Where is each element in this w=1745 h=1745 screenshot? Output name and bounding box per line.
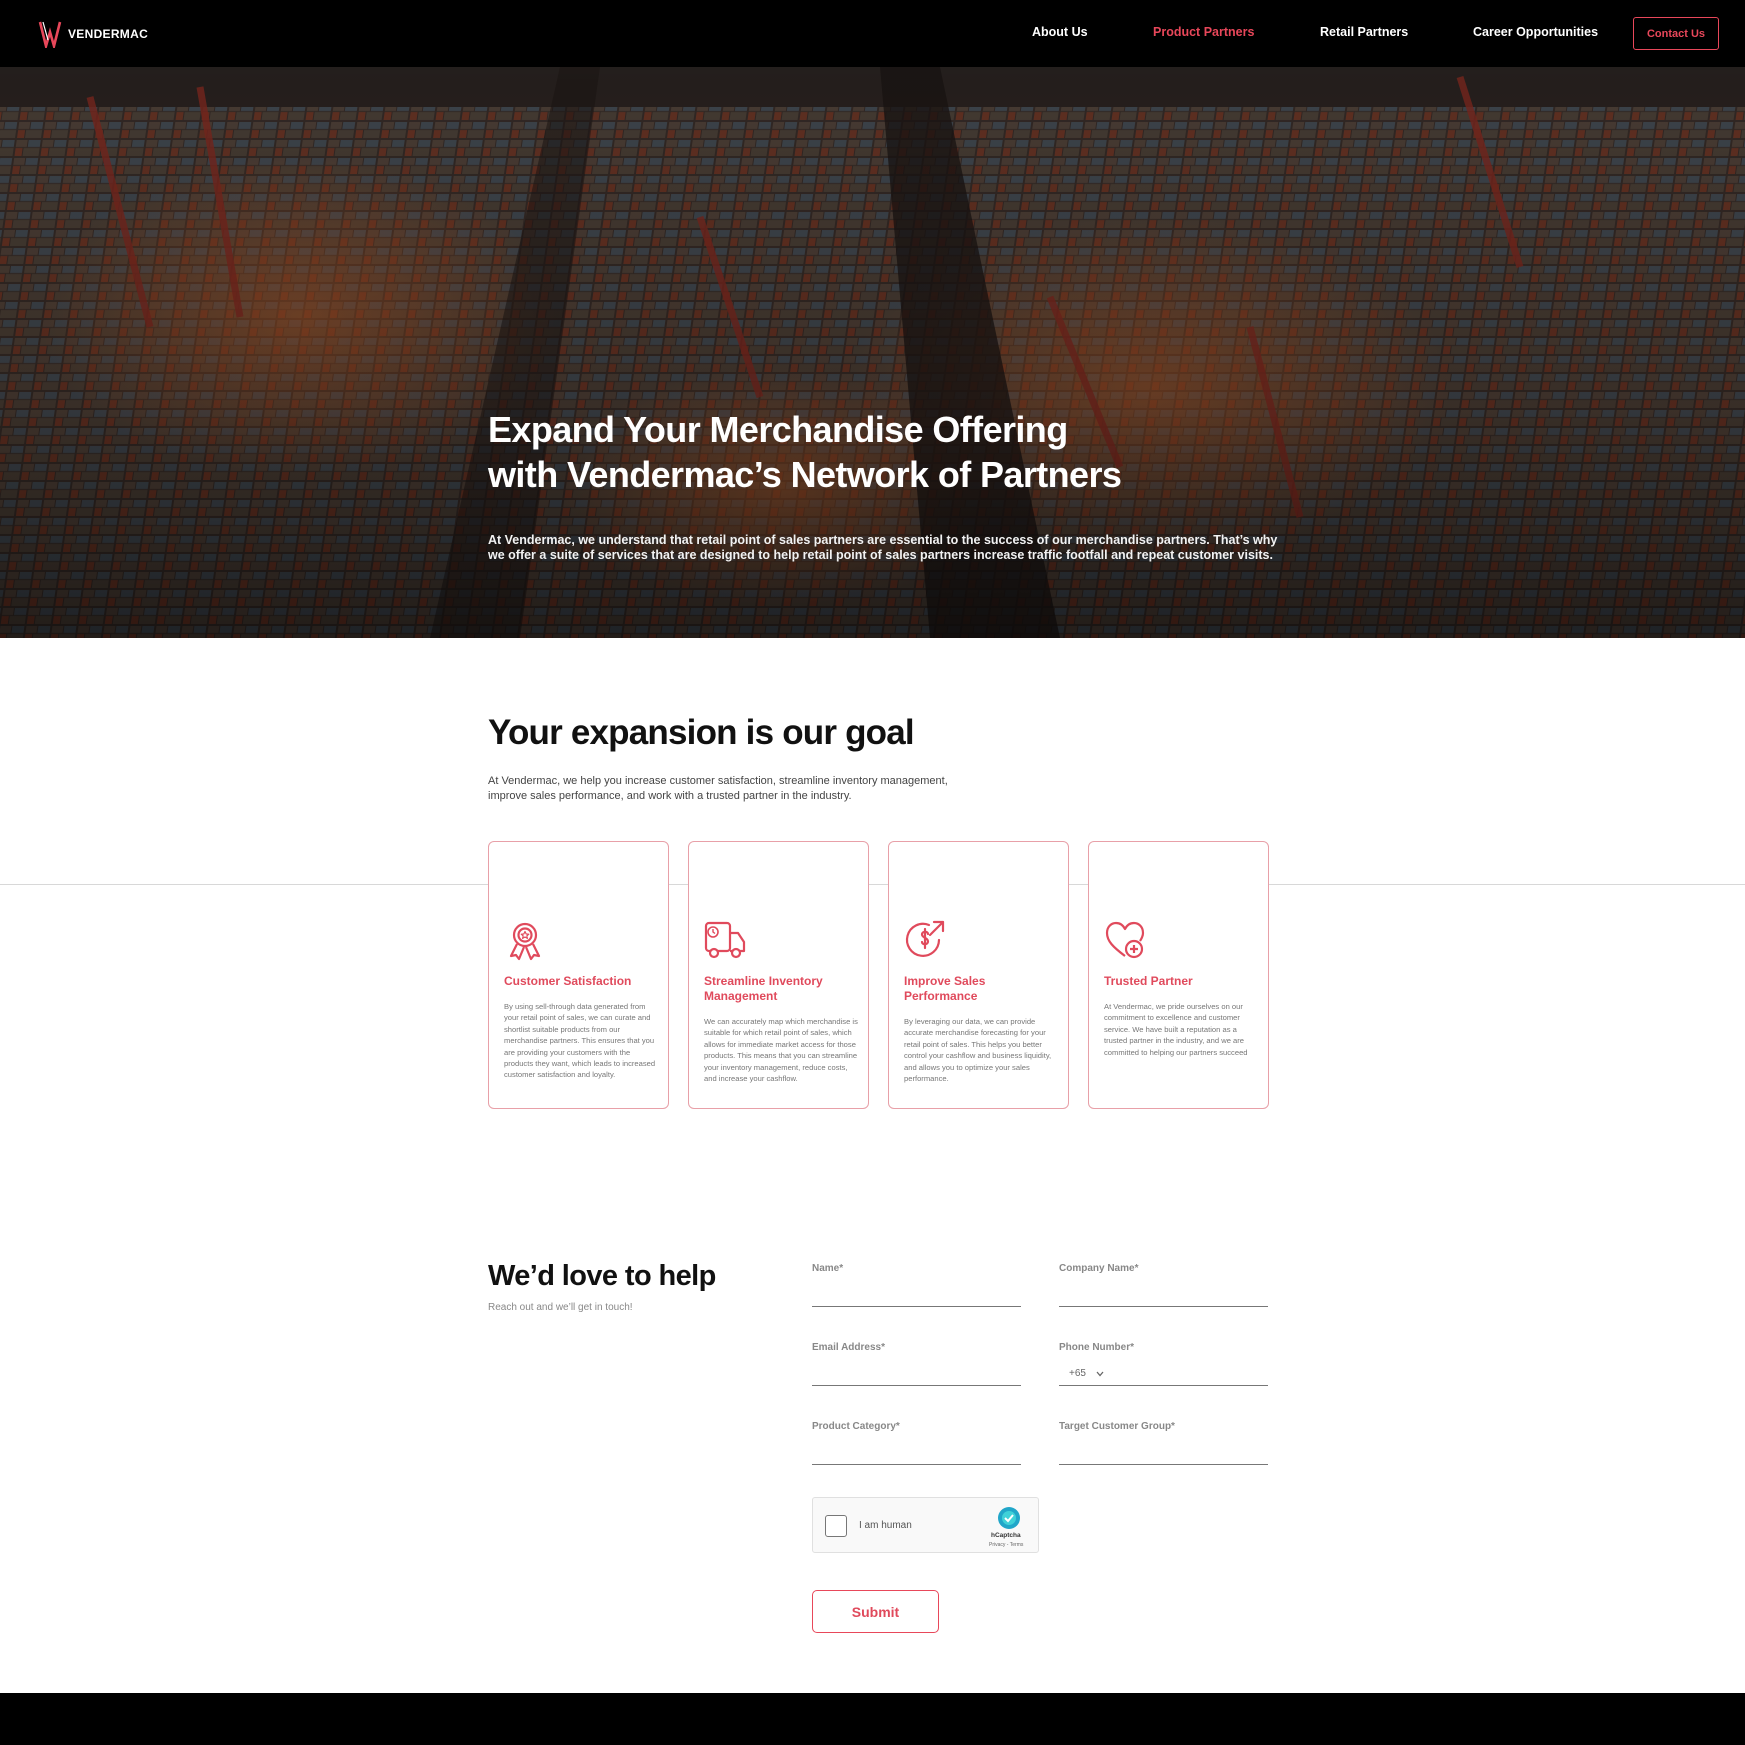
submit-button[interactable]: Submit — [812, 1590, 939, 1633]
delivery-truck-icon — [704, 921, 746, 959]
name-field-label: Name* — [812, 1263, 844, 1274]
feature-card-text: We can accurately map which merchandise … — [704, 1017, 858, 1084]
email-field: Email Address* — [812, 1342, 1021, 1386]
feature-card-streamline-inventory: Streamline Inventory Management We can a… — [688, 841, 869, 1109]
product-category-field: Product Category* — [812, 1421, 1021, 1465]
brand-logo[interactable]: VENDERMAC — [38, 20, 148, 48]
contact-form-subtitle: Reach out and we’ll get in touch! — [488, 1302, 633, 1313]
product-category-field-label: Product Category* — [812, 1421, 900, 1432]
captcha-checkbox[interactable] — [825, 1515, 847, 1537]
nav-link-about-us[interactable]: About Us — [1032, 25, 1088, 39]
captcha-brand: hCaptcha — [991, 1532, 1021, 1539]
brand-name: VENDERMAC — [68, 27, 149, 41]
goal-section-description: At Vendermac, we help you increase custo… — [488, 774, 1008, 804]
hcaptcha-widget: I am human hCaptcha Privacy - Terms — [812, 1497, 1039, 1553]
vendermac-logo-icon — [38, 21, 62, 48]
company-name-field: Company Name* — [1059, 1263, 1268, 1307]
phone-number-field-label: Phone Number* — [1059, 1342, 1135, 1353]
goal-section-title: Your expansion is our goal — [488, 713, 915, 752]
chevron-down-icon — [1096, 1371, 1104, 1376]
hero-description: At Vendermac, we understand that retail … — [488, 533, 1288, 563]
hero-title-line-2: with Vendermac’s Network of Partners — [488, 454, 1122, 495]
target-customer-group-field: Target Customer Group* — [1059, 1421, 1268, 1465]
target-customer-group-input[interactable] — [1059, 1441, 1268, 1463]
name-field: Name* — [812, 1263, 1021, 1307]
heart-plus-icon — [1105, 921, 1145, 959]
dollar-growth-icon — [905, 920, 945, 957]
name-input[interactable] — [812, 1283, 1021, 1305]
hero-banner: Expand Your Merchandise Offering with Ve… — [0, 67, 1745, 638]
nav-link-career-opportunities[interactable]: Career Opportunities — [1473, 25, 1598, 39]
product-category-input[interactable] — [812, 1441, 1021, 1463]
page-footer — [0, 1693, 1745, 1745]
hero-title-line-1: Expand Your Merchandise Offering — [488, 409, 1068, 450]
feature-card-customer-satisfaction: Customer Satisfaction By using sell-thro… — [488, 841, 669, 1109]
feature-card-title: Trusted Partner — [1104, 974, 1193, 988]
hcaptcha-logo-icon — [998, 1507, 1020, 1529]
hero-description-line-2: we offer a suite of services that are de… — [488, 548, 1273, 562]
section-divider — [0, 884, 1745, 885]
feature-card-improve-sales: Improve Sales Performance By leveraging … — [888, 841, 1069, 1109]
hero-description-line-1: At Vendermac, we understand that retail … — [488, 533, 1278, 547]
feature-card-title: Customer Satisfaction — [504, 974, 632, 988]
hero-title: Expand Your Merchandise Offering with Ve… — [488, 407, 1248, 497]
feature-card-trusted-partner: Trusted Partner At Vendermac, we pride o… — [1088, 841, 1269, 1109]
phone-number-field: Phone Number* +65 — [1059, 1342, 1268, 1386]
target-customer-group-field-label: Target Customer Group* — [1059, 1421, 1175, 1432]
email-input[interactable] — [812, 1362, 1021, 1384]
feature-card-text: At Vendermac, we pride ourselves on our … — [1104, 1002, 1248, 1057]
nav-link-retail-partners[interactable]: Retail Partners — [1320, 25, 1408, 39]
award-icon — [509, 922, 541, 961]
contact-us-button[interactable]: Contact Us — [1633, 17, 1719, 50]
nav-link-product-partners[interactable]: Product Partners — [1153, 25, 1254, 39]
feature-card-title-text: Streamline Inventory Management — [704, 974, 823, 1003]
country-code-value: +65 — [1069, 1368, 1086, 1379]
goal-description-line-2: improve sales performance, and work with… — [488, 790, 852, 802]
captcha-label: I am human — [859, 1520, 912, 1531]
top-navbar: VENDERMAC About Us Product Partners Reta… — [0, 0, 1745, 67]
company-name-input[interactable] — [1059, 1283, 1268, 1305]
feature-card-title: Improve Sales Performance — [904, 974, 986, 1003]
feature-card-text: By using sell-through data generated fro… — [504, 1002, 656, 1080]
feature-card-title: Streamline Inventory Management — [704, 974, 859, 1004]
country-code-select[interactable]: +65 — [1069, 1368, 1104, 1379]
contact-form-title: We’d love to help — [488, 1260, 716, 1292]
email-field-label: Email Address* — [812, 1342, 885, 1353]
feature-card-text: By leveraging our data, we can provide a… — [904, 1017, 1052, 1084]
company-name-field-label: Company Name* — [1059, 1263, 1139, 1274]
goal-description-line-1: At Vendermac, we help you increase custo… — [488, 775, 948, 787]
captcha-privacy-terms-links[interactable]: Privacy - Terms — [989, 1542, 1023, 1548]
